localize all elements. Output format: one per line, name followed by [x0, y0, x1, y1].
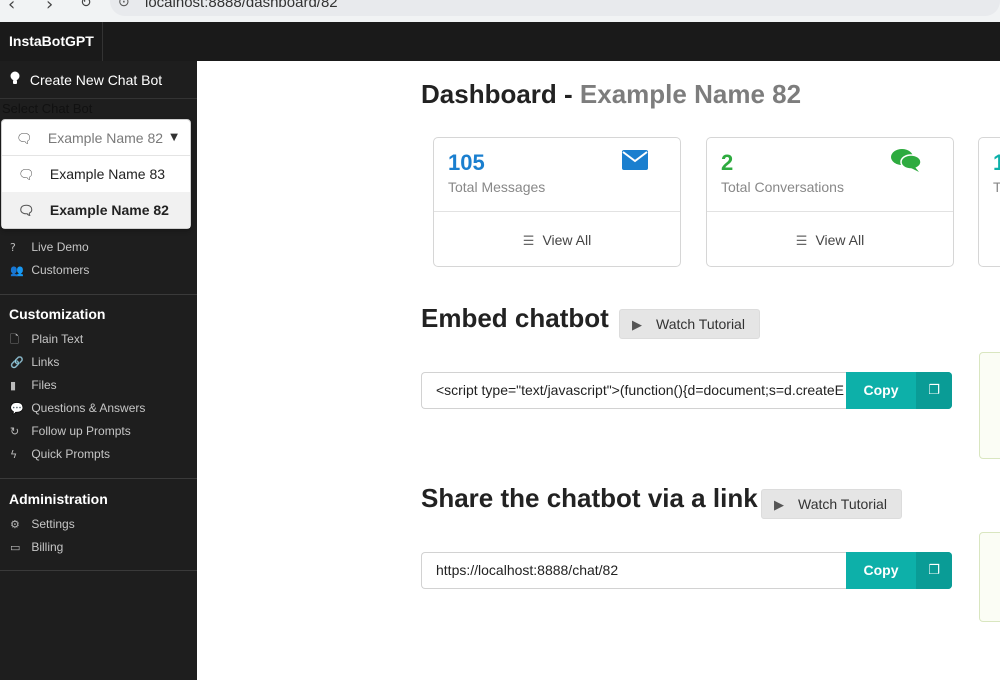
users-icon: 👥 [10, 264, 24, 277]
redo-icon: ↻ [10, 425, 20, 438]
sidebar-item-questions-answers[interactable]: 💬 Questions & Answers [0, 397, 197, 419]
watch-tutorial-label: Watch Tutorial [656, 316, 745, 332]
reload-icon[interactable]: ↻ [80, 0, 92, 11]
sidebar-item-label: Plain Text [31, 332, 84, 346]
embed-code-field[interactable]: <script type="text/javascript">(function… [421, 372, 846, 409]
copy-icon: ❐ [916, 552, 952, 589]
bolt-icon: ϟ [10, 448, 18, 461]
page-title: Dashboard - Example Name 82 [421, 79, 801, 110]
share-preview-panel [979, 532, 1000, 622]
select-chatbot-label: Select Chat Bot [2, 101, 93, 116]
gear-icon: ⚙ [10, 518, 20, 531]
share-link-field[interactable]: https://localhost:8888/chat/82 [421, 552, 846, 589]
copy-embed-code-button[interactable]: Copy ❐ [846, 372, 952, 409]
sidebar-item-label: Links [31, 355, 60, 369]
copy-share-link-button[interactable]: Copy ❐ [846, 552, 952, 589]
sidebar-item-customers[interactable]: 👥 Customers [0, 259, 197, 281]
copy-label: Copy [863, 562, 899, 578]
sidebar: Create New Chat Bot Select Chat Bot 🗨 Ex… [0, 61, 197, 680]
lightbulb-icon [10, 62, 26, 100]
chat-bubble-icon: 🗨 [18, 204, 35, 219]
forward-icon[interactable]: › [46, 0, 53, 15]
list-icon: ☰ [522, 234, 535, 249]
sidebar-item-follow-up-prompts[interactable]: ↻ Follow up Prompts [0, 420, 197, 442]
page-title-chatbot-name: Example Name 82 [579, 79, 802, 109]
site-info-icon[interactable]: ⊙ [118, 0, 130, 10]
file-icon: 🗋 [10, 333, 19, 346]
stat-label: T [993, 179, 1000, 195]
sidebar-item-label: Customers [31, 263, 90, 277]
sidebar-item-label: Live Demo [31, 240, 89, 254]
envelope-icon [622, 148, 648, 176]
sidebar-divider [0, 478, 197, 479]
share-chatbot-heading: Share the chatbot via a link [421, 483, 758, 513]
embed-preview-panel [979, 352, 1000, 459]
stat-value: 2 [721, 150, 734, 175]
play-icon: ▶ [774, 498, 784, 513]
chatbot-option-active[interactable]: 🗨 Example Name 82 [2, 192, 190, 228]
sidebar-item-live-demo[interactable]: ? Live Demo [0, 236, 197, 258]
share-watch-tutorial-button[interactable]: ▶ Watch Tutorial [761, 489, 902, 519]
administration-heading: Administration [9, 491, 108, 507]
copy-icon: ❐ [916, 372, 952, 409]
create-new-chatbot-label: Create New Chat Bot [29, 72, 163, 88]
stat-value: 105 [448, 150, 485, 175]
sidebar-item-links[interactable]: 🔗 Links [0, 351, 197, 373]
chatbot-option-label: Example Name 83 [49, 166, 166, 182]
play-icon: ▶ [632, 318, 642, 333]
browser-toolbar: ‹ › ↻ ⊙ localhost:8888/dashboard/82 [0, 0, 1000, 22]
main-content: Dashboard - Example Name 82 105 Total Me… [197, 61, 1000, 680]
comments-icon: 💬 [10, 402, 24, 415]
stat-card-total-messages: 105 Total Messages ☰ View All [433, 137, 681, 267]
page-title-prefix: Dashboard - [421, 79, 580, 109]
chatbot-select-value: Example Name 82 [47, 130, 164, 146]
view-all-conversations-link[interactable]: ☰ View All [707, 211, 953, 267]
brand-logo[interactable]: InstaBotGPT [0, 22, 103, 61]
sidebar-item-quick-prompts[interactable]: ϟ Quick Prompts [0, 443, 197, 465]
sidebar-item-label: Settings [31, 517, 75, 531]
stat-label: Total Messages [448, 179, 546, 195]
sidebar-item-label: Follow up Prompts [31, 424, 131, 438]
embed-chatbot-heading: Embed chatbot [421, 303, 609, 333]
sidebar-item-label: Files [31, 378, 57, 392]
question-icon: ? [10, 241, 16, 254]
sidebar-item-settings[interactable]: ⚙ Settings [0, 513, 197, 535]
stat-card-total-conversations: 2 Total Conversations ☰ View All [706, 137, 954, 267]
customization-heading: Customization [9, 306, 106, 322]
chat-bubble-icon: 🗨 [18, 168, 35, 183]
stat-card-partial: 1 T [978, 137, 1000, 267]
sidebar-divider [0, 294, 197, 295]
sidebar-item-billing[interactable]: ▭ Billing [0, 536, 197, 558]
watch-tutorial-label: Watch Tutorial [798, 496, 887, 512]
chat-bubble-icon: 🗨 [16, 132, 33, 147]
view-all-messages-link[interactable]: ☰ View All [434, 211, 680, 267]
sidebar-item-plain-text[interactable]: 🗋 Plain Text [0, 328, 197, 350]
stat-value: 1 [993, 150, 1000, 175]
chatbot-select-current[interactable]: 🗨 Example Name 82 ▼ [2, 120, 190, 156]
chatbot-option[interactable]: 🗨 Example Name 83 [2, 156, 190, 192]
chatbot-select-dropdown[interactable]: 🗨 Example Name 82 ▼ 🗨 Example Name 83 🗨 … [1, 119, 191, 229]
view-all-label: View All [815, 232, 865, 248]
copy-label: Copy [863, 382, 899, 398]
embed-watch-tutorial-button[interactable]: ▶ Watch Tutorial [619, 309, 760, 339]
list-icon: ☰ [795, 234, 808, 249]
sidebar-item-files[interactable]: ▮ Files [0, 374, 197, 396]
url-text[interactable]: localhost:8888/dashboard/82 [145, 0, 338, 11]
app-topbar: InstaBotGPT [0, 22, 1000, 61]
file-solid-icon: ▮ [10, 379, 17, 392]
sidebar-item-label: Questions & Answers [31, 401, 146, 415]
comments-icon [891, 148, 922, 178]
back-icon[interactable]: ‹ [8, 0, 15, 15]
sidebar-item-label: Quick Prompts [31, 447, 111, 461]
caret-down-icon: ▼ [170, 132, 178, 143]
credit-card-icon: ▭ [10, 541, 21, 554]
create-new-chatbot-button[interactable]: Create New Chat Bot [0, 61, 197, 99]
sidebar-item-label: Billing [31, 540, 64, 554]
stat-label: Total Conversations [721, 179, 844, 195]
link-icon: 🔗 [10, 356, 24, 369]
sidebar-divider [0, 570, 197, 571]
view-all-label: View All [542, 232, 592, 248]
chatbot-option-label: Example Name 82 [49, 202, 169, 218]
